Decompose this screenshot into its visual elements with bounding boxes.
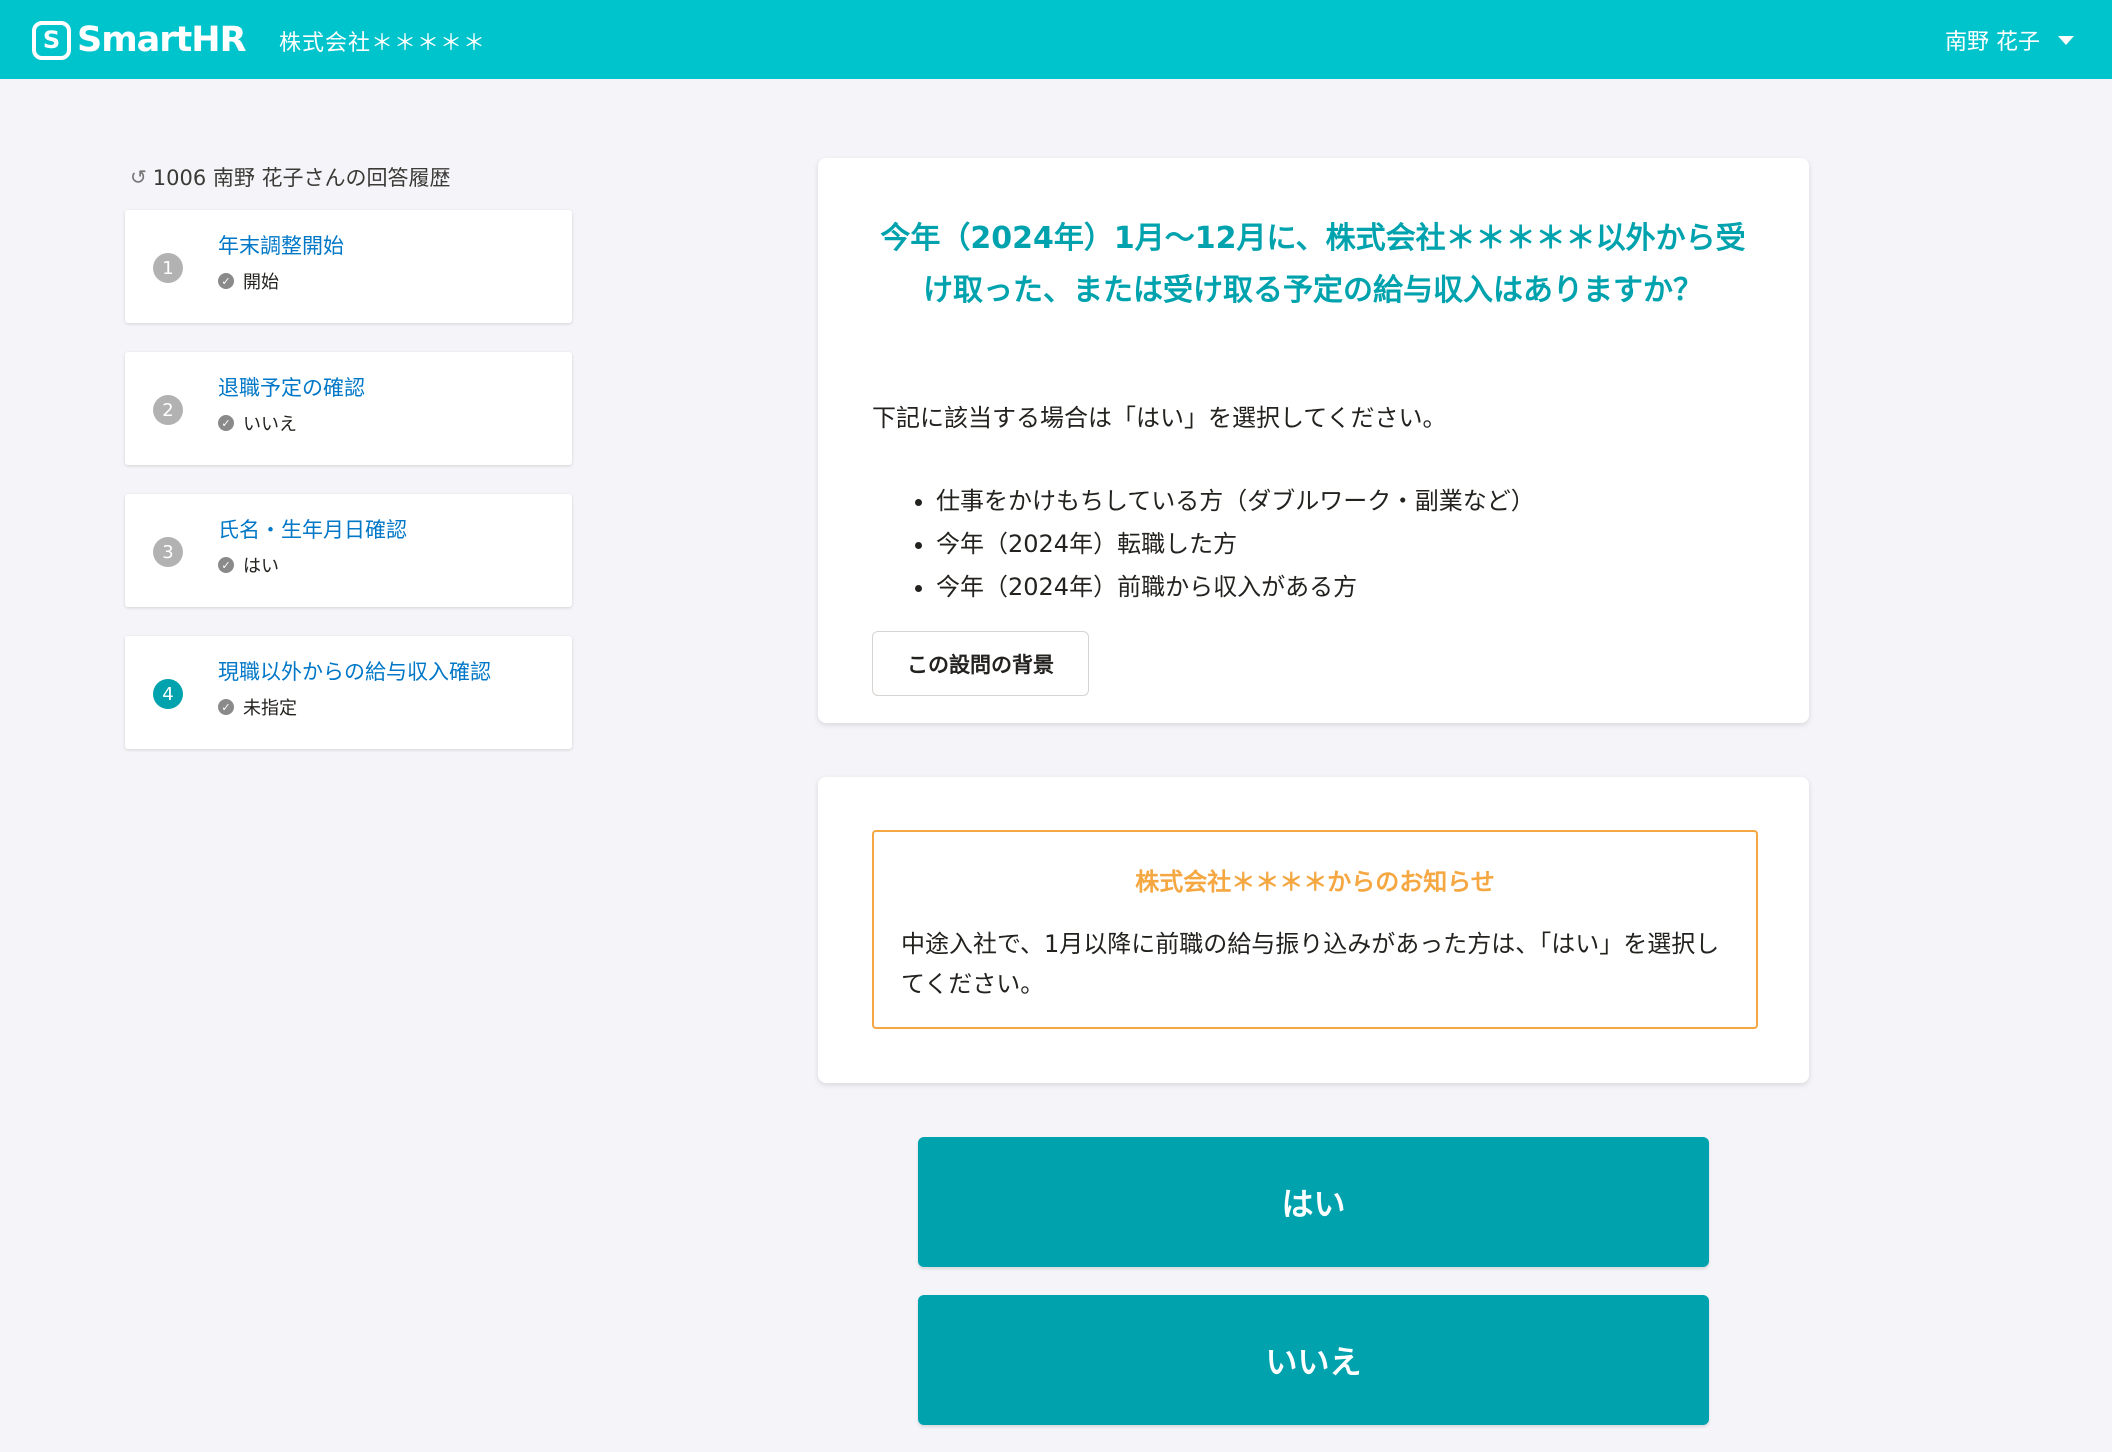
step-answer-text: いいえ <box>243 414 297 435</box>
logo-icon: S <box>32 20 71 60</box>
history-title: ↺ 1006 南野 花子さんの回答履歴 <box>130 162 451 192</box>
step-number-current: 4 <box>153 679 183 709</box>
question-title: 今年（2024年）1月〜12月に、株式会社＊＊＊＊＊以外から受け取った、または受… <box>880 221 1746 308</box>
app-header: S SmartHR 株式会社＊＊＊＊＊ 南野 花子 <box>0 0 2112 79</box>
step-answer: ✓ はい <box>218 552 279 578</box>
user-menu[interactable]: 南野 花子 <box>1945 24 2074 56</box>
logo-text: SmartHR <box>77 20 247 60</box>
chevron-down-icon <box>2058 35 2074 45</box>
step-card-2: 2 退職予定の確認 ✓ いいえ <box>125 352 572 465</box>
user-name: 南野 花子 <box>1945 30 2040 55</box>
history-icon: ↺ <box>130 165 147 189</box>
tenant-name: 株式会社＊＊＊＊＊ <box>279 31 487 56</box>
step-card-4: 4 現職以外からの給与収入確認 ✓ 未指定 <box>125 636 572 749</box>
step-answer: ✓ 未指定 <box>218 694 297 720</box>
history-title-text: 1006 南野 花子さんの回答履歴 <box>152 166 451 190</box>
smarthr-logo[interactable]: S SmartHR <box>32 18 247 62</box>
step-number: 2 <box>153 395 183 425</box>
yes-button[interactable]: はい <box>918 1137 1709 1267</box>
step-card-1: 1 年末調整開始 ✓ 開始 <box>125 210 572 323</box>
no-button[interactable]: いいえ <box>918 1295 1709 1425</box>
step-number: 3 <box>153 537 183 567</box>
notice-card: 株式会社＊＊＊＊からのお知らせ 中途入社で、1月以降に前職の給与振り込みがあった… <box>818 777 1809 1083</box>
step-link-name-birthdate[interactable]: 氏名・生年月日確認 <box>218 514 407 544</box>
question-background-button[interactable]: この設問の背景 <box>872 631 1089 696</box>
check-icon: ✓ <box>218 699 234 715</box>
step-link-retirement-check[interactable]: 退職予定の確認 <box>218 372 365 402</box>
check-icon: ✓ <box>218 557 234 573</box>
list-item: 今年（2024年）前職から収入がある方 <box>936 566 1535 609</box>
step-answer-text: はい <box>243 556 279 577</box>
step-answer-text: 開始 <box>243 272 279 293</box>
notice-box: 株式会社＊＊＊＊からのお知らせ 中途入社で、1月以降に前職の給与振り込みがあった… <box>872 830 1758 1029</box>
check-icon: ✓ <box>218 415 234 431</box>
step-answer-text: 未指定 <box>243 698 297 719</box>
check-icon: ✓ <box>218 273 234 289</box>
step-answer: ✓ いいえ <box>218 410 297 436</box>
question-card: 今年（2024年）1月〜12月に、株式会社＊＊＊＊＊以外から受け取った、または受… <box>818 158 1809 723</box>
question-description: 下記に該当する場合は「はい」を選択してください。 <box>872 404 1447 432</box>
step-answer: ✓ 開始 <box>218 268 279 294</box>
list-item: 今年（2024年）転職した方 <box>936 523 1535 566</box>
condition-list: 仕事をかけもちしている方（ダブルワーク・副業など） 今年（2024年）転職した方… <box>936 480 1535 609</box>
step-link-year-end-start[interactable]: 年末調整開始 <box>218 230 344 260</box>
step-link-other-income[interactable]: 現職以外からの給与収入確認 <box>218 656 491 686</box>
step-card-3: 3 氏名・生年月日確認 ✓ はい <box>125 494 572 607</box>
notice-body: 中途入社で、1月以降に前職の給与振り込みがあった方は、「はい」を選択してください… <box>901 930 1720 998</box>
step-number: 1 <box>153 253 183 283</box>
notice-title: 株式会社＊＊＊＊からのお知らせ <box>1135 868 1495 896</box>
list-item: 仕事をかけもちしている方（ダブルワーク・副業など） <box>936 480 1535 523</box>
